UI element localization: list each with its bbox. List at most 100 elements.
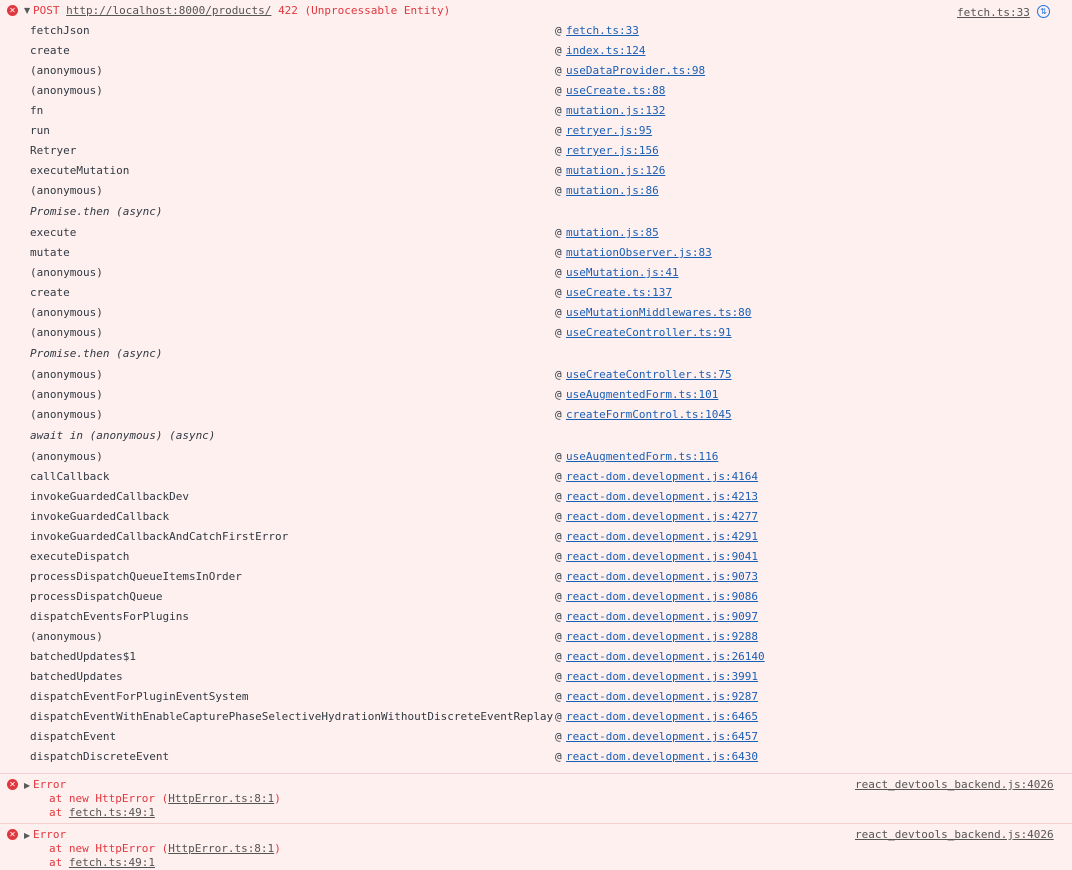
stack-frame-function: dispatchEventForPluginEventSystem	[30, 690, 249, 703]
stack-frame-function: invokeGuardedCallbackAndCatchFirstError	[30, 530, 289, 543]
stack-frame-function: executeDispatch	[30, 550, 130, 563]
stack-frame-source-link[interactable]: mutation.js:132	[566, 104, 665, 118]
at-sign: @	[555, 124, 562, 137]
stack-frame-source-link[interactable]: useCreateController.ts:91	[566, 326, 732, 340]
stack-frame-source-link[interactable]: react-dom.development.js:9086	[566, 590, 758, 604]
stack-frame-function: processDispatchQueue	[30, 590, 163, 603]
stack-frame-function: (anonymous)	[30, 408, 103, 421]
stack-frame-source-link[interactable]: mutationObserver.js:83	[566, 246, 712, 260]
stack-frame-source-link[interactable]: mutation.js:86	[566, 184, 659, 198]
source-link[interactable]: react_devtools_backend.js:4026	[855, 828, 1054, 841]
stack-frame-source-link[interactable]: react-dom.development.js:9073	[566, 570, 758, 584]
stack-frame-source-link[interactable]: createFormControl.ts:1045	[566, 408, 732, 422]
at-sign: @	[555, 44, 562, 57]
stack-frame-function: (anonymous)	[30, 326, 103, 339]
source-link[interactable]: fetch.ts:49:1	[69, 856, 155, 869]
stack-frame-function: invokeGuardedCallback	[30, 510, 170, 523]
error-title: Error	[33, 778, 67, 791]
stack-frame-source-link[interactable]: useDataProvider.ts:98	[566, 64, 705, 78]
at-sign: @	[555, 408, 562, 421]
stack-frame-function: (anonymous)	[30, 388, 103, 401]
network-request-icon[interactable]: ⇅	[1037, 5, 1050, 18]
stack-frame-source-link[interactable]: useAugmentedForm.ts:101	[566, 388, 718, 402]
stack-frame-source-link[interactable]: useAugmentedForm.ts:116	[566, 450, 718, 464]
source-link[interactable]: HttpError.ts:8:1	[168, 792, 274, 805]
stack-frame-source-link[interactable]: react-dom.development.js:9097	[566, 610, 758, 624]
stack-frame-source-link[interactable]: react-dom.development.js:4164	[566, 470, 758, 484]
at-sign: @	[555, 368, 562, 381]
stack-frame-function: (anonymous)	[30, 266, 103, 279]
stack-frame-function: (anonymous)	[30, 84, 103, 97]
error-title: Error	[33, 828, 67, 841]
at-sign: @	[555, 388, 562, 401]
stack-frame-source-link[interactable]: react-dom.development.js:4277	[566, 510, 758, 524]
error-stack-line: at fetch.ts:49:1	[49, 806, 155, 819]
stack-frame-function: (anonymous)	[30, 368, 103, 381]
stack-frame-function: executeMutation	[30, 164, 130, 177]
expand-triangle-icon[interactable]: ▶	[24, 781, 30, 790]
stack-frame-source-link[interactable]: retryer.js:156	[566, 144, 659, 158]
stack-frame-source-link[interactable]: react-dom.development.js:9287	[566, 690, 758, 704]
at-sign: @	[555, 650, 562, 663]
stack-frame-source-link[interactable]: useCreateController.ts:75	[566, 368, 732, 382]
stack-frame-source-link[interactable]: retryer.js:95	[566, 124, 652, 138]
stack-frame-source-link[interactable]: react-dom.development.js:26140	[566, 650, 765, 664]
stack-frame-source-link[interactable]: react-dom.development.js:9041	[566, 550, 758, 564]
stack-frame-source-link[interactable]: mutation.js:85	[566, 226, 659, 240]
source-link[interactable]: HttpError.ts:8:1	[168, 842, 274, 855]
stack-frame-source-link[interactable]: react-dom.development.js:3991	[566, 670, 758, 684]
request-method: POST	[33, 4, 60, 17]
stack-frame-function: fetchJson	[30, 24, 90, 37]
stack-frame-function: mutate	[30, 246, 70, 259]
stack-frame-function: (anonymous)	[30, 630, 103, 643]
stack-frame-function: dispatchEventWithEnableCapturePhaseSelec…	[30, 710, 554, 723]
stack-frame-function: dispatchDiscreteEvent	[30, 750, 170, 763]
stack-frame-source-link[interactable]: useMutationMiddlewares.ts:80	[566, 306, 751, 320]
console-error-entry[interactable]: ✕ ▶ Error react_devtools_backend.js:4026…	[0, 774, 1072, 824]
source-link[interactable]: fetch.ts:33	[957, 6, 1030, 19]
stack-frame-source-link[interactable]: useCreate.ts:88	[566, 84, 665, 98]
stack-frame-source-link[interactable]: react-dom.development.js:4291	[566, 530, 758, 544]
stack-frame-function: callCallback	[30, 470, 110, 483]
stack-frame-function: dispatchEventsForPlugins	[30, 610, 189, 623]
at-sign: @	[555, 730, 562, 743]
collapse-triangle-icon[interactable]: ▼	[24, 6, 30, 15]
stack-frame-source-link[interactable]: react-dom.development.js:6430	[566, 750, 758, 764]
async-separator: await in (anonymous) (async)	[30, 429, 216, 442]
expand-triangle-icon[interactable]: ▶	[24, 831, 30, 840]
stack-frame-source-link[interactable]: react-dom.development.js:6465	[566, 710, 758, 724]
error-circle-icon: ✕	[7, 829, 18, 840]
stack-frame-source-link[interactable]: mutation.js:126	[566, 164, 665, 178]
at-sign: @	[555, 104, 562, 117]
stack-frame-source-link[interactable]: useCreate.ts:137	[566, 286, 672, 300]
console-error-entry[interactable]: ✕ ▼ POST http://localhost:8000/products/…	[0, 0, 1072, 774]
at-sign: @	[555, 510, 562, 523]
at-sign: @	[555, 570, 562, 583]
stack-frame-function: Retryer	[30, 144, 77, 157]
stack-frame-source-link[interactable]: react-dom.development.js:4213	[566, 490, 758, 504]
at-sign: @	[555, 24, 562, 37]
stack-frame-source-link[interactable]: index.ts:124	[566, 44, 645, 58]
stack-frame-function: run	[30, 124, 50, 137]
at-sign: @	[555, 184, 562, 197]
stack-frame-function: create	[30, 44, 70, 57]
request-url-link[interactable]: http://localhost:8000/products/	[66, 4, 271, 17]
at-sign: @	[555, 286, 562, 299]
stack-frame-source-link[interactable]: react-dom.development.js:6457	[566, 730, 758, 744]
status-text: 422 (Unprocessable Entity)	[278, 4, 451, 17]
at-sign: @	[555, 690, 562, 703]
at-sign: @	[555, 470, 562, 483]
stack-frame-source-link[interactable]: fetch.ts:33	[566, 24, 639, 38]
error-message: POST http://localhost:8000/products/ 422…	[33, 4, 450, 17]
error-stack-line: at fetch.ts:49:1	[49, 856, 155, 869]
source-link[interactable]: fetch.ts:49:1	[69, 806, 155, 819]
source-link[interactable]: react_devtools_backend.js:4026	[855, 778, 1054, 791]
at-sign: @	[555, 590, 562, 603]
stack-frame-function: fn	[30, 104, 44, 117]
stack-frame-source-link[interactable]: useMutation.js:41	[566, 266, 679, 280]
async-separator: Promise.then (async)	[30, 347, 163, 360]
at-sign: @	[555, 450, 562, 463]
console-panel: ✕ ▼ POST http://localhost:8000/products/…	[0, 0, 1072, 870]
console-error-entry[interactable]: ✕ ▶ Error react_devtools_backend.js:4026…	[0, 824, 1072, 870]
stack-frame-source-link[interactable]: react-dom.development.js:9288	[566, 630, 758, 644]
